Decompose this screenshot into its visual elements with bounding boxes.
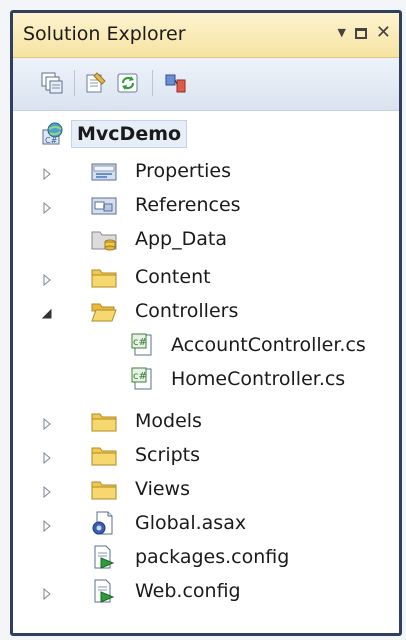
tree-root-label: MvcDemo [71, 120, 188, 148]
tree-item-label: packages.config [135, 546, 290, 568]
view-class-diagram-icon[interactable] [165, 72, 187, 94]
open-folder-icon [91, 299, 117, 323]
tree-item-label: App_Data [135, 228, 227, 250]
csharp-file-icon: c# [131, 367, 155, 391]
tree-item-views[interactable]: Views [13, 474, 399, 504]
expand-arrow-icon[interactable] [41, 271, 53, 287]
folder-icon [91, 409, 117, 433]
asax-file-icon [91, 511, 115, 535]
svg-text:c#: c# [133, 337, 147, 348]
tree-item-packages-config[interactable]: packages.config [13, 542, 399, 572]
svg-text:c#: c# [133, 371, 147, 382]
expand-arrow-icon[interactable] [41, 517, 53, 533]
title-controls: ▼ ✕ [337, 21, 391, 45]
tree-item-label: Models [135, 410, 202, 432]
tree-item-label: AccountController.cs [171, 334, 366, 356]
expand-arrow-icon[interactable] [41, 415, 53, 431]
expand-arrow-icon[interactable] [41, 165, 53, 181]
toolbar-separator [74, 70, 75, 96]
show-all-files-icon[interactable] [41, 72, 63, 94]
expand-arrow-icon[interactable] [41, 199, 53, 215]
tree-item-label: References [135, 194, 241, 216]
solution-explorer-panel: Solution Explorer ▼ ✕ C# MvcDemo Propert… [10, 10, 402, 636]
tree-item-properties[interactable]: Properties [13, 156, 399, 186]
title-bar: Solution Explorer ▼ ✕ [13, 13, 399, 58]
folder-icon [91, 265, 117, 289]
folder-icon [91, 443, 117, 467]
tree-item-controllers[interactable]: Controllers [13, 296, 399, 326]
tree-item-label: HomeController.cs [171, 368, 346, 390]
properties-icon[interactable] [85, 72, 107, 94]
toolbar-separator [152, 70, 153, 96]
properties-folder-icon [91, 159, 117, 183]
collapse-arrow-icon[interactable] [41, 305, 53, 319]
config-file-icon [91, 579, 115, 603]
tree-item-scripts[interactable]: Scripts [13, 440, 399, 470]
folder-icon [91, 477, 117, 501]
tree-item-label: Controllers [135, 300, 239, 322]
tree-item-content[interactable]: Content [13, 262, 399, 292]
csharp-file-icon: c# [131, 333, 155, 357]
config-file-icon [91, 545, 115, 569]
svg-text:C#: C# [45, 136, 58, 145]
tree-item-web-config[interactable]: Web.config [13, 576, 399, 606]
tree-item-label: Content [135, 266, 211, 288]
tree-item-label: Global.asax [135, 512, 247, 534]
tree-item-global-asax[interactable]: Global.asax [13, 508, 399, 538]
expand-arrow-icon[interactable] [41, 585, 53, 601]
dropdown-arrow-icon[interactable]: ▼ [337, 21, 345, 45]
close-icon[interactable]: ✕ [376, 21, 391, 45]
solution-tree: C# MvcDemo Properties References App_Dat… [13, 111, 399, 633]
web-project-icon: C# [41, 122, 65, 146]
tree-item-references[interactable]: References [13, 190, 399, 220]
tree-item-label: Properties [135, 160, 232, 182]
panel-title: Solution Explorer [23, 23, 186, 45]
app-data-folder-icon [91, 227, 117, 251]
expand-arrow-icon[interactable] [41, 483, 53, 499]
tree-item-app-data[interactable]: App_Data [13, 224, 399, 254]
tree-item-homecontroller[interactable]: c# HomeController.cs [13, 364, 399, 394]
tree-item-label: Scripts [135, 444, 201, 466]
tree-root-mvcdemo[interactable]: C# MvcDemo [13, 119, 399, 149]
maximize-icon[interactable] [354, 28, 367, 39]
tree-item-accountcontroller[interactable]: c# AccountController.cs [13, 330, 399, 360]
tree-item-label: Views [135, 478, 190, 500]
references-folder-icon [91, 193, 117, 217]
toolbar [13, 58, 399, 111]
tree-item-label: Web.config [135, 580, 241, 602]
refresh-icon[interactable] [117, 72, 139, 94]
tree-item-models[interactable]: Models [13, 406, 399, 436]
expand-arrow-icon[interactable] [41, 449, 53, 465]
